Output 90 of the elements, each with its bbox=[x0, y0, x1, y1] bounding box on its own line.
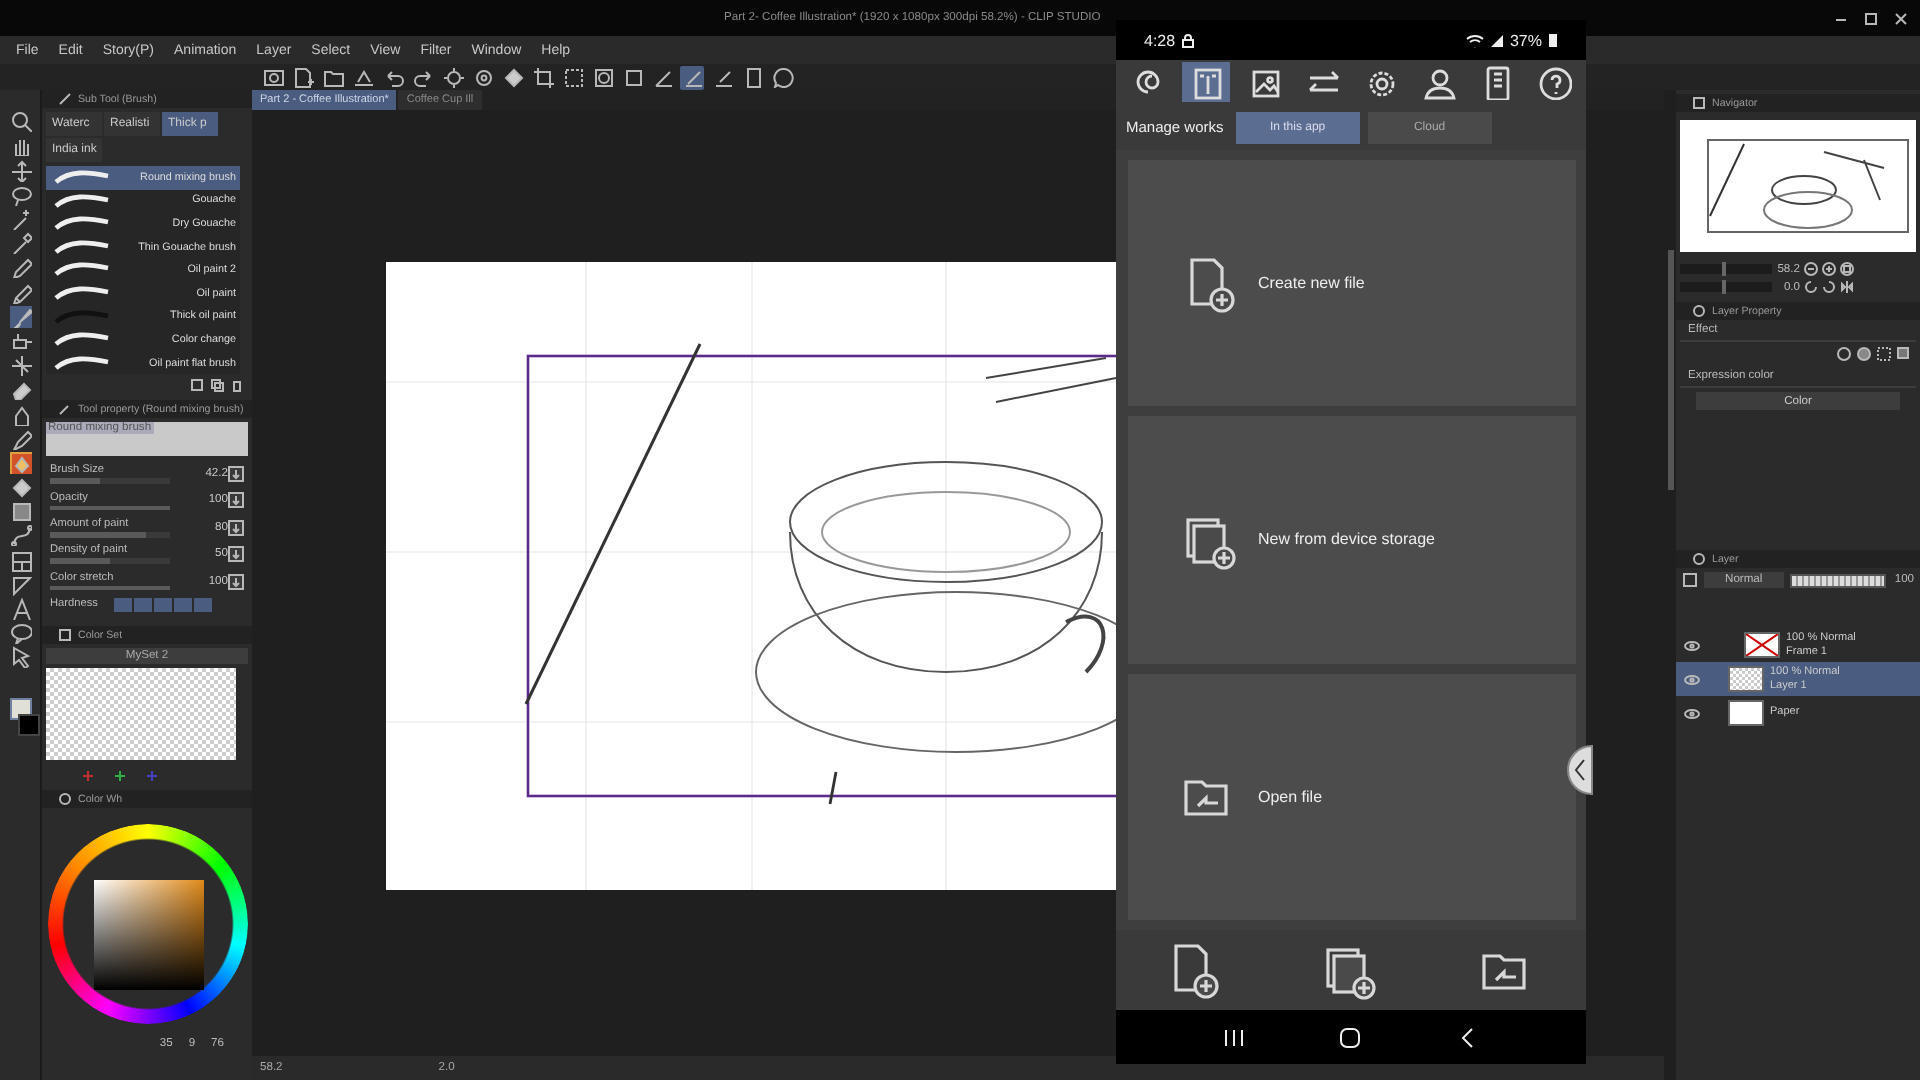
brush-stroke-preview bbox=[52, 283, 112, 302]
color-set-grid[interactable] bbox=[46, 668, 236, 761]
pen-icon[interactable] bbox=[9, 256, 31, 279]
action-card[interactable]: Create new file bbox=[1128, 160, 1576, 407]
property-slider[interactable] bbox=[50, 505, 170, 511]
paper-thumbnail bbox=[1728, 700, 1764, 726]
zoom-in-icon[interactable] bbox=[1822, 262, 1836, 276]
action-card[interactable]: Open file bbox=[1128, 673, 1576, 920]
import-icon[interactable] bbox=[190, 378, 204, 393]
brush-stroke-preview bbox=[52, 191, 112, 210]
lasso-icon[interactable] bbox=[9, 183, 31, 206]
home-icon[interactable] bbox=[1338, 1025, 1363, 1049]
zoom-slider[interactable] bbox=[1680, 264, 1772, 274]
lock-icon[interactable] bbox=[1181, 33, 1194, 47]
maximize-icon[interactable] bbox=[1864, 11, 1878, 25]
property-slider[interactable] bbox=[50, 532, 170, 538]
layer-thumbnail bbox=[1728, 666, 1764, 692]
pen-angle-icon[interactable] bbox=[681, 66, 703, 88]
pencil-icon[interactable] bbox=[9, 281, 31, 304]
ruler-icon[interactable] bbox=[9, 573, 31, 596]
sparkle-icon[interactable] bbox=[9, 354, 31, 377]
speech-balloon-icon[interactable] bbox=[9, 622, 31, 645]
brush-stroke-preview bbox=[52, 214, 112, 233]
side-handle-icon[interactable] bbox=[1562, 744, 1594, 796]
pressure-icon[interactable] bbox=[228, 466, 244, 483]
brush-stroke-preview bbox=[52, 353, 112, 372]
eyedropper-icon[interactable] bbox=[9, 232, 31, 255]
fill-icon[interactable] bbox=[9, 451, 31, 474]
new-file-icon[interactable] bbox=[291, 66, 313, 88]
frame-thumbnail bbox=[1744, 632, 1780, 658]
folder-icon[interactable] bbox=[321, 66, 343, 88]
eye-icon[interactable] bbox=[1684, 707, 1700, 719]
close-icon[interactable] bbox=[1894, 11, 1908, 25]
pressure-icon[interactable] bbox=[228, 492, 244, 509]
move-arrows-icon[interactable] bbox=[9, 159, 31, 182]
pressure-icon[interactable] bbox=[228, 573, 244, 590]
recent-apps-icon[interactable] bbox=[1222, 1027, 1247, 1047]
zoom-out-icon[interactable] bbox=[1804, 262, 1818, 276]
add-color-icon[interactable] bbox=[146, 769, 158, 782]
rotate-right-icon[interactable] bbox=[1822, 280, 1836, 294]
selection-icon[interactable] bbox=[561, 66, 583, 88]
pen-line-icon[interactable] bbox=[711, 66, 733, 88]
rotation-slider[interactable] bbox=[1680, 282, 1772, 292]
action-card[interactable]: New from device storage bbox=[1128, 416, 1576, 664]
add-color-icon[interactable] bbox=[114, 769, 126, 782]
eraser-icon[interactable] bbox=[9, 378, 31, 401]
frame-icon[interactable] bbox=[9, 549, 31, 572]
pressure-icon[interactable] bbox=[228, 519, 244, 536]
hand-icon[interactable] bbox=[9, 134, 31, 157]
canvas-icon[interactable] bbox=[261, 66, 283, 88]
marker-icon[interactable] bbox=[9, 427, 31, 450]
flip-icon[interactable] bbox=[1840, 280, 1854, 294]
brush-stroke-preview bbox=[52, 237, 112, 256]
battery-icon[interactable] bbox=[1548, 32, 1558, 48]
pressure-icon[interactable] bbox=[228, 546, 244, 563]
crop-icon[interactable] bbox=[531, 66, 553, 88]
eye-icon[interactable] bbox=[1684, 673, 1700, 685]
property-slider[interactable] bbox=[50, 585, 170, 591]
color-square[interactable] bbox=[94, 880, 204, 991]
curve-icon[interactable] bbox=[9, 524, 31, 547]
wand-icon[interactable] bbox=[9, 208, 31, 231]
trash-icon[interactable] bbox=[230, 378, 244, 393]
brush-stroke-preview bbox=[52, 330, 112, 349]
fit-icon[interactable] bbox=[1840, 262, 1854, 276]
battery-percent: 37% bbox=[1509, 31, 1542, 49]
opacity-slider[interactable] bbox=[1789, 573, 1886, 587]
property-slider[interactable] bbox=[50, 558, 170, 564]
wifi-icon[interactable] bbox=[1465, 33, 1484, 47]
undo-icon[interactable] bbox=[381, 66, 403, 88]
ruler-angle-icon[interactable] bbox=[651, 66, 673, 88]
rotate-left-icon[interactable] bbox=[1804, 280, 1818, 294]
text-tool-icon[interactable] bbox=[9, 598, 31, 621]
pointer-icon[interactable] bbox=[9, 646, 31, 669]
eye-icon[interactable] bbox=[1684, 639, 1700, 651]
brush-stroke-preview bbox=[52, 260, 112, 279]
duplicate-icon[interactable] bbox=[210, 378, 224, 393]
help-bubble-icon[interactable] bbox=[771, 66, 793, 88]
square-icon[interactable] bbox=[621, 66, 643, 88]
sub-color-swatch[interactable] bbox=[17, 713, 39, 736]
add-color-icon[interactable] bbox=[82, 769, 94, 782]
property-slider[interactable] bbox=[50, 478, 170, 484]
brush-stroke-preview bbox=[52, 168, 112, 186]
tone-effect-icon[interactable] bbox=[1856, 346, 1872, 362]
search-icon[interactable] bbox=[9, 110, 31, 133]
layer-color-icon[interactable] bbox=[1896, 346, 1912, 362]
status-time: 4:28 bbox=[1144, 31, 1176, 49]
layer-square-icon[interactable] bbox=[1682, 572, 1698, 588]
border-effect-icon[interactable] bbox=[1836, 346, 1852, 362]
redo-icon[interactable] bbox=[411, 66, 433, 88]
panel-icon[interactable] bbox=[741, 66, 763, 88]
